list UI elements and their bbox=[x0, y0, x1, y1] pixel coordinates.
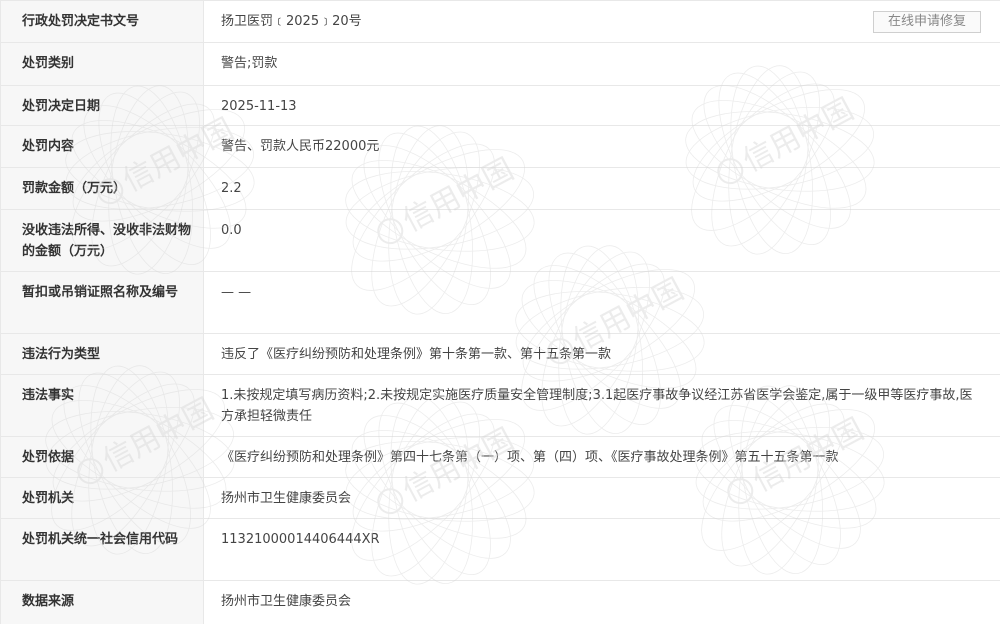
label-decision-number: 行政处罚决定书文号 bbox=[0, 0, 204, 43]
label-legal-basis: 处罚依据 bbox=[0, 436, 204, 478]
value-fine-amount: 2.2 bbox=[203, 167, 1000, 210]
label-violation-facts: 违法事实 bbox=[0, 374, 204, 437]
value-penalty-content: 警告、罚款人民币22000元 bbox=[203, 125, 1000, 168]
label-violation-type: 违法行为类型 bbox=[0, 333, 204, 375]
label-fine-amount: 罚款金额（万元） bbox=[0, 167, 204, 210]
value-authority-credit-code: 11321000014406444XR bbox=[203, 518, 1000, 581]
value-violation-type: 违反了《医疗纠纷预防和处理条例》第十条第一款、第十五条第一款 bbox=[203, 333, 1000, 375]
row-decision-date: 处罚决定日期 2025-11-13 bbox=[0, 85, 1000, 126]
value-data-source: 扬州市卫生健康委员会 bbox=[203, 580, 1000, 624]
label-authority-credit-code: 处罚机关统一社会信用代码 bbox=[0, 518, 204, 581]
value-penalty-authority: 扬州市卫生健康委员会 bbox=[203, 477, 1000, 519]
value-confiscation-amount: 0.0 bbox=[203, 209, 1000, 272]
value-violation-facts: 1.未按规定填写病历资料;2.未按规定实施医疗质量安全管理制度;3.1起医疗事故… bbox=[203, 374, 1000, 437]
label-confiscation-amount: 没收违法所得、没收非法财物的金额（万元） bbox=[0, 209, 204, 272]
online-repair-button[interactable]: 在线申请修复 bbox=[873, 11, 981, 33]
row-fine-amount: 罚款金额（万元） 2.2 bbox=[0, 167, 1000, 210]
row-confiscation-amount: 没收违法所得、没收非法财物的金额（万元） 0.0 bbox=[0, 209, 1000, 272]
row-data-source: 数据来源 扬州市卫生健康委员会 bbox=[0, 580, 1000, 624]
label-penalty-category: 处罚类别 bbox=[0, 42, 204, 86]
value-decision-number: 扬卫医罚﹝2025﹞20号 在线申请修复 bbox=[203, 0, 1000, 43]
penalty-detail-table: 行政处罚决定书文号 扬卫医罚﹝2025﹞20号 在线申请修复 处罚类别 警告;罚… bbox=[0, 0, 1000, 624]
label-penalty-content: 处罚内容 bbox=[0, 125, 204, 168]
label-penalty-authority: 处罚机关 bbox=[0, 477, 204, 519]
row-legal-basis: 处罚依据 《医疗纠纷预防和处理条例》第四十七条第（一）项、第（四）项、《医疗事故… bbox=[0, 436, 1000, 478]
row-authority-credit-code: 处罚机关统一社会信用代码 11321000014406444XR bbox=[0, 518, 1000, 581]
penalty-detail-page: 行政处罚决定书文号 扬卫医罚﹝2025﹞20号 在线申请修复 处罚类别 警告;罚… bbox=[0, 0, 1000, 624]
value-license-revocation: — — bbox=[203, 271, 1000, 334]
row-penalty-authority: 处罚机关 扬州市卫生健康委员会 bbox=[0, 477, 1000, 519]
row-violation-type: 违法行为类型 违反了《医疗纠纷预防和处理条例》第十条第一款、第十五条第一款 bbox=[0, 333, 1000, 375]
row-penalty-category: 处罚类别 警告;罚款 bbox=[0, 42, 1000, 86]
label-license-revocation: 暂扣或吊销证照名称及编号 bbox=[0, 271, 204, 334]
value-decision-date: 2025-11-13 bbox=[203, 85, 1000, 126]
decision-number-text: 扬卫医罚﹝2025﹞20号 bbox=[221, 14, 362, 29]
label-data-source: 数据来源 bbox=[0, 580, 204, 624]
label-decision-date: 处罚决定日期 bbox=[0, 85, 204, 126]
row-penalty-content: 处罚内容 警告、罚款人民币22000元 bbox=[0, 125, 1000, 168]
row-violation-facts: 违法事实 1.未按规定填写病历资料;2.未按规定实施医疗质量安全管理制度;3.1… bbox=[0, 374, 1000, 437]
value-legal-basis: 《医疗纠纷预防和处理条例》第四十七条第（一）项、第（四）项、《医疗事故处理条例》… bbox=[203, 436, 1000, 478]
row-license-revocation: 暂扣或吊销证照名称及编号 — — bbox=[0, 271, 1000, 334]
row-decision-number: 行政处罚决定书文号 扬卫医罚﹝2025﹞20号 在线申请修复 bbox=[0, 0, 1000, 43]
value-penalty-category: 警告;罚款 bbox=[203, 42, 1000, 86]
